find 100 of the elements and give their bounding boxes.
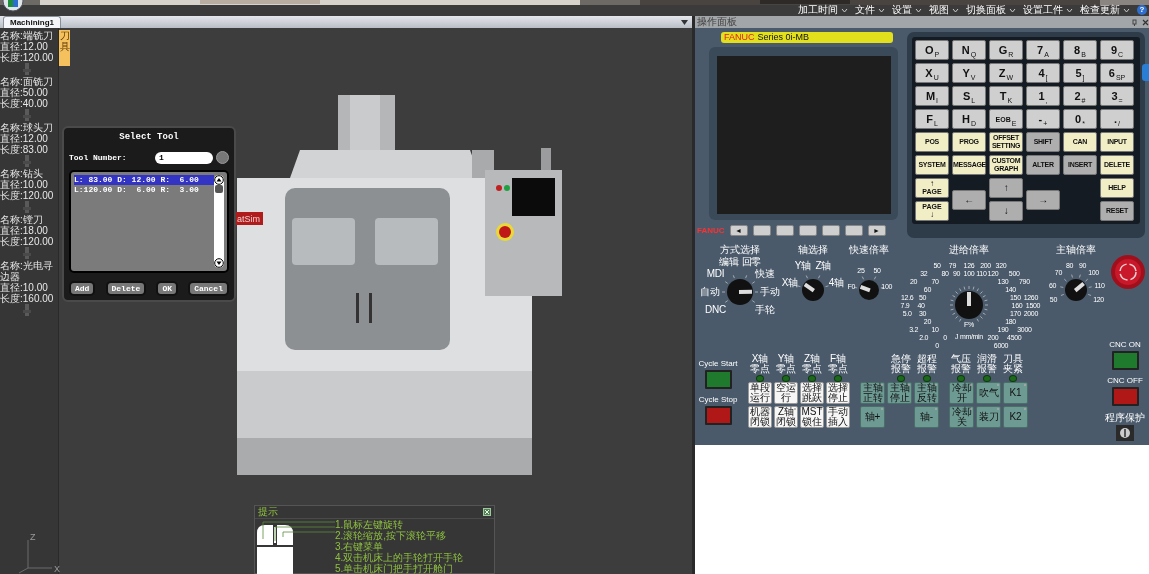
cnc-on-button[interactable] <box>1111 351 1139 370</box>
tool-diameter: 直径:50.00 <box>0 87 49 98</box>
hint-text: 5.单击机床门把手打开舱门 <box>335 563 454 574</box>
side-tab[interactable]: 刀具 <box>59 30 70 66</box>
menu-item[interactable]: 加工时间 <box>798 4 838 16</box>
hint-text: 4.双击机床上的手轮打开手轮 <box>335 552 464 563</box>
indicator-label: 气压报警 <box>950 354 972 374</box>
panel-button[interactable]: 手动插入 <box>826 406 850 428</box>
pin-icon[interactable] <box>1131 18 1138 26</box>
menu-item[interactable]: 检查更新 <box>1080 4 1120 16</box>
menu-item[interactable]: 文件 <box>855 4 875 16</box>
panel-button[interactable]: K2 <box>1003 406 1028 428</box>
caret-icon <box>952 7 959 13</box>
panel-button[interactable]: 装刀 <box>976 406 1001 428</box>
close-icon[interactable] <box>1142 18 1149 26</box>
panel-button[interactable]: 机器闭锁 <box>748 406 772 428</box>
dial-title: 快速倍率 <box>849 244 889 256</box>
axis-drawing <box>18 539 53 574</box>
tool-length: 长度:120.00 <box>0 52 55 63</box>
dialog-title: Select Tool <box>119 132 179 142</box>
dialog-button[interactable]: OK <box>156 281 179 296</box>
hint-title: 提示 <box>258 506 278 518</box>
rotary-knob[interactable] <box>1065 279 1087 301</box>
indicator-label: 超程报警 <box>916 354 938 374</box>
panel-button[interactable]: 主轴停止 <box>887 382 912 404</box>
indicator-label: 急停报警 <box>890 354 912 374</box>
soft-key[interactable] <box>821 225 840 236</box>
panel-button[interactable]: 主轴正转 <box>860 382 885 404</box>
brand-text: FANUC <box>724 32 755 43</box>
scroll-down-icon[interactable] <box>214 258 224 268</box>
confirm-button[interactable] <box>216 151 229 164</box>
panel-button[interactable]: 轴+ <box>860 406 885 428</box>
button-caption: Cycle Start <box>698 359 738 368</box>
rotary-knob[interactable] <box>859 280 879 300</box>
tool-name[interactable]: 名称:光电寻边器 <box>0 260 58 282</box>
dial-label: MDI <box>706 268 725 279</box>
indicator-label: Y轴零点 <box>775 354 797 374</box>
cycle-start-button[interactable] <box>704 370 732 389</box>
function-key[interactable]: ↓ <box>989 201 1023 221</box>
brand-text: FANUC <box>697 226 725 235</box>
soft-key[interactable] <box>844 225 863 236</box>
function-key[interactable]: → <box>1026 189 1060 210</box>
panel-button[interactable]: 选择跳跃 <box>800 382 824 404</box>
menu-item[interactable]: 设置工件 <box>1023 4 1063 16</box>
menu-item[interactable]: 设置 <box>892 4 912 16</box>
caret-icon <box>1009 7 1016 13</box>
hint-text: 3.右键菜单 <box>335 541 384 552</box>
rotary-knob[interactable] <box>727 279 753 305</box>
tool-diameter: 直径:18.00 <box>0 225 49 236</box>
panel-button[interactable]: K1 <box>1003 382 1028 404</box>
panel-button[interactable]: Z轴闭锁 <box>774 406 798 428</box>
tool-number-field[interactable]: 1 <box>155 151 213 164</box>
menu-item[interactable]: 切换面板 <box>966 4 1006 16</box>
dial-label: 手动 <box>760 287 780 297</box>
dialog-button[interactable]: Delete <box>105 281 147 296</box>
panel-button[interactable]: 单段运行 <box>748 382 772 404</box>
close-icon[interactable] <box>483 508 491 516</box>
key-switch-icon[interactable] <box>1116 425 1134 441</box>
function-key[interactable]: ↑ <box>989 178 1023 198</box>
panel-button[interactable]: 冷却关 <box>949 406 974 428</box>
dialog-button[interactable]: Cancel <box>188 281 229 296</box>
dropdown-icon[interactable] <box>681 20 688 25</box>
panel-button[interactable]: 空运行 <box>774 382 798 404</box>
soft-key[interactable] <box>752 225 771 236</box>
panel-button[interactable]: 主轴反转 <box>914 382 939 404</box>
tool-name[interactable]: 名称:端铣刀 <box>0 30 58 41</box>
dial-label: DNC <box>705 305 726 316</box>
panel-button[interactable]: 吹气 <box>976 382 1001 404</box>
list-row[interactable]: L:120.00 D: 6.00 R: 3.00 <box>74 185 214 195</box>
tool-name[interactable]: 名称:镗刀 <box>0 214 58 225</box>
help-icon[interactable]: ? <box>1137 5 1147 15</box>
rotary-knob[interactable] <box>802 279 824 301</box>
machine-drawing[interactable] <box>237 95 562 475</box>
document-tab[interactable]: Machining1 <box>3 16 61 28</box>
panel-button[interactable]: MST锁住 <box>800 406 824 428</box>
tool-name[interactable]: 名称:球头刀 <box>0 122 58 133</box>
panel-button[interactable]: 冷却开 <box>949 382 974 404</box>
hint-text: 2.滚轮缩放,按下滚轮平移 <box>335 530 447 541</box>
rotary-knob[interactable] <box>955 291 983 319</box>
list-row[interactable]: L: 83.00 D: 12.00 R: 6.00 <box>74 175 214 185</box>
scroll-up-icon[interactable] <box>214 175 224 185</box>
caret-icon <box>841 7 848 13</box>
soft-key[interactable] <box>775 225 794 236</box>
emergency-stop-button[interactable] <box>1110 254 1146 290</box>
menu-item[interactable]: 视图 <box>929 4 949 16</box>
button-caption: Cycle Stop <box>698 395 738 404</box>
scroll-thumb[interactable] <box>215 185 223 193</box>
dialog-button[interactable]: Add <box>69 281 96 296</box>
panel-button[interactable]: 轴- <box>914 406 939 428</box>
dial-title: 方式选择 <box>720 244 760 256</box>
caret-icon <box>1066 7 1073 13</box>
soft-key[interactable] <box>798 225 817 236</box>
tool-name[interactable]: 名称:钻头 <box>0 168 58 179</box>
tool-name[interactable]: 名称:面铣刀 <box>0 76 58 87</box>
scrollbar[interactable] <box>214 175 224 268</box>
indicator-label: X轴零点 <box>749 354 771 374</box>
function-key[interactable]: ← <box>952 189 986 210</box>
field-label: Tool Number: <box>69 153 127 162</box>
dial-label: 快速 <box>754 268 775 279</box>
panel-button[interactable]: 选择停止 <box>826 382 850 404</box>
